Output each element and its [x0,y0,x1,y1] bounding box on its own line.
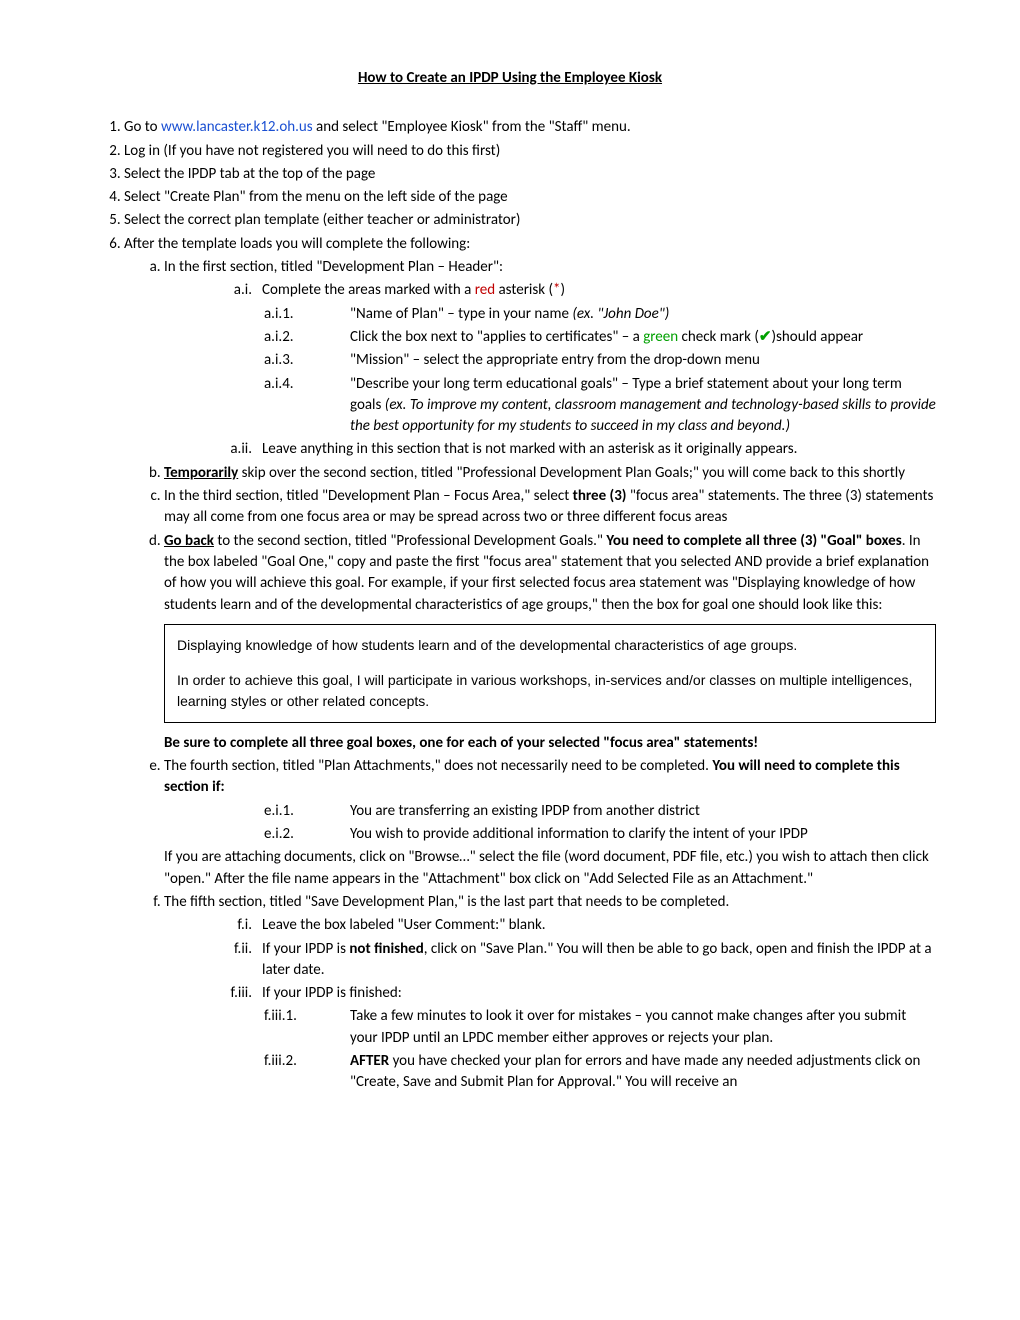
substep-e-tail: If you are attaching documents, click on… [164,847,936,890]
main-steps-list: Go to www.lancaster.k12.oh.us and select… [84,117,936,1093]
substep-d-warning: Be sure to complete all three goal boxes… [164,733,936,754]
f-iii-row: f.iii. If your IPDP is finished: [204,983,936,1004]
a-i-1-example: (ex. "John Doe") [572,305,669,323]
a-ii-label: a.ii. [204,439,262,460]
a-i-1-body: "Name of Plan" – type in your name (ex. … [350,304,936,325]
a-i-3-row: a.i.3. "Mission" – select the appropriat… [264,350,936,371]
f-iii-2-text: you have checked your plan for errors an… [350,1052,920,1091]
substep-d-text-a: to the second section, titled "Professio… [214,532,606,550]
goalbox-line2: In order to achieve this goal, I will pa… [177,670,923,712]
substep-d: Go back to the second section, titled "P… [164,531,936,754]
goalbox-line1: Displaying knowledge of how students lea… [177,635,923,656]
substep-a: In the first section, titled "Developmen… [164,257,936,461]
step-2: Log in (If you have not registered you w… [124,141,936,162]
a-i-text-c: ) [560,281,565,299]
f-iii-2-row: f.iii.2. AFTER you have checked your pla… [264,1051,936,1094]
substep-c-bold: three (3) [573,487,627,505]
e-i-1-row: e.i.1. You are transferring an existing … [264,801,936,822]
green-word: green [643,328,678,346]
f-iii-2-bold: AFTER [350,1052,389,1070]
a-i-2-text-c: )should appear [772,328,864,346]
substep-b: Temporarily skip over the second section… [164,463,936,484]
f-ii-text-a: If your IPDP is [262,940,349,958]
f-iii-2-body: AFTER you have checked your plan for err… [350,1051,936,1094]
step-1: Go to www.lancaster.k12.oh.us and select… [124,117,936,138]
e-i-2-row: e.i.2. You wish to provide additional in… [264,824,936,845]
substep-a-text: In the first section, titled "Developmen… [164,258,503,276]
example-goal-box: Displaying knowledge of how students lea… [164,624,936,723]
substep-b-bold: Temporarily [164,464,238,482]
step-3: Select the IPDP tab at the top of the pa… [124,164,936,185]
a-i-body: Complete the areas marked with a red ast… [262,280,936,301]
red-word: red [475,281,495,299]
a-i-2-row: a.i.2. Click the box next to "applies to… [264,327,936,348]
f-iii-label: f.iii. [204,983,262,1004]
goalbox-spacer [177,656,923,670]
green-check-icon: ✔ [759,328,772,346]
f-iii-body: If your IPDP is finished: [262,983,936,1004]
f-iii-1-label: f.iii.1. [264,1006,350,1049]
substep-d-bold2: You need to complete all three (3) "Goal… [606,532,901,550]
substep-f: The fifth section, titled "Save Developm… [164,892,936,1094]
lancaster-url-link[interactable]: www.lancaster.k12.oh.us [161,118,313,136]
f-i-label: f.i. [204,915,262,936]
a-i-3-label: a.i.3. [264,350,350,371]
substep-e-text: The fourth section, titled "Plan Attachm… [164,757,712,775]
e-i-1-label: e.i.1. [264,801,350,822]
substep-c: In the third section, titled "Developmen… [164,486,936,529]
step-6-text: After the template loads you will comple… [124,235,470,253]
a-i-4-row: a.i.4. "Describe your long term educatio… [264,374,936,438]
step-1-text-b: and select "Employee Kiosk" from the "St… [313,118,631,136]
f-i-body: Leave the box labeled "User Comment:" bl… [262,915,936,936]
f-ii-row: f.ii. If your IPDP is not finished, clic… [204,939,936,982]
a-i-row: a.i. Complete the areas marked with a re… [204,280,936,301]
a-i-label: a.i. [204,280,262,301]
f-ii-body: If your IPDP is not finished, click on "… [262,939,936,982]
e-i-1-body: You are transferring an existing IPDP fr… [350,801,936,822]
substep-b-text: skip over the second section, titled "Pr… [238,464,905,482]
a-i-2-text-a: Click the box next to "applies to certif… [350,328,643,346]
f-i-row: f.i. Leave the box labeled "User Comment… [204,915,936,936]
a-ii-body: Leave anything in this section that is n… [262,439,936,460]
step-4: Select "Create Plan" from the menu on th… [124,187,936,208]
a-i-4-label: a.i.4. [264,374,350,438]
a-i-3-body: "Mission" – select the appropriate entry… [350,350,936,371]
f-iii-2-label: f.iii.2. [264,1051,350,1094]
e-i-2-label: e.i.2. [264,824,350,845]
substep-f-text: The fifth section, titled "Save Developm… [164,893,729,911]
substep-e: The fourth section, titled "Plan Attachm… [164,756,936,890]
step-6-sublist: In the first section, titled "Developmen… [124,257,936,1094]
a-i-2-text-b: check mark ( [678,328,759,346]
f-iii-1-row: f.iii.1. Take a few minutes to look it o… [264,1006,936,1049]
f-ii-bold: not finished [349,940,423,958]
a-i-2-body: Click the box next to "applies to certif… [350,327,936,348]
e-i-2-body: You wish to provide additional informati… [350,824,936,845]
f-iii-1-body: Take a few minutes to look it over for m… [350,1006,936,1049]
a-ii-row: a.ii. Leave anything in this section tha… [204,439,936,460]
a-i-2-label: a.i.2. [264,327,350,348]
page-title: How to Create an IPDP Using the Employee… [84,68,936,89]
substep-d-bold1: Go back [164,532,214,550]
f-ii-label: f.ii. [204,939,262,982]
a-i-4-example: (ex. To improve my content, classroom ma… [350,396,936,435]
substep-c-text-a: In the third section, titled "Developmen… [164,487,573,505]
step-6: After the template loads you will comple… [124,234,936,1094]
document-page: How to Create an IPDP Using the Employee… [0,0,1020,1320]
a-i-4-body: "Describe your long term educational goa… [350,374,936,438]
a-i-1-label: a.i.1. [264,304,350,325]
a-i-1-row: a.i.1. "Name of Plan" – type in your nam… [264,304,936,325]
a-i-text-b: asterisk ( [495,281,553,299]
step-1-text-a: Go to [124,118,161,136]
a-i-text-a: Complete the areas marked with a [262,281,475,299]
a-i-1-text: "Name of Plan" – type in your name [350,305,572,323]
step-5: Select the correct plan template (either… [124,210,936,231]
